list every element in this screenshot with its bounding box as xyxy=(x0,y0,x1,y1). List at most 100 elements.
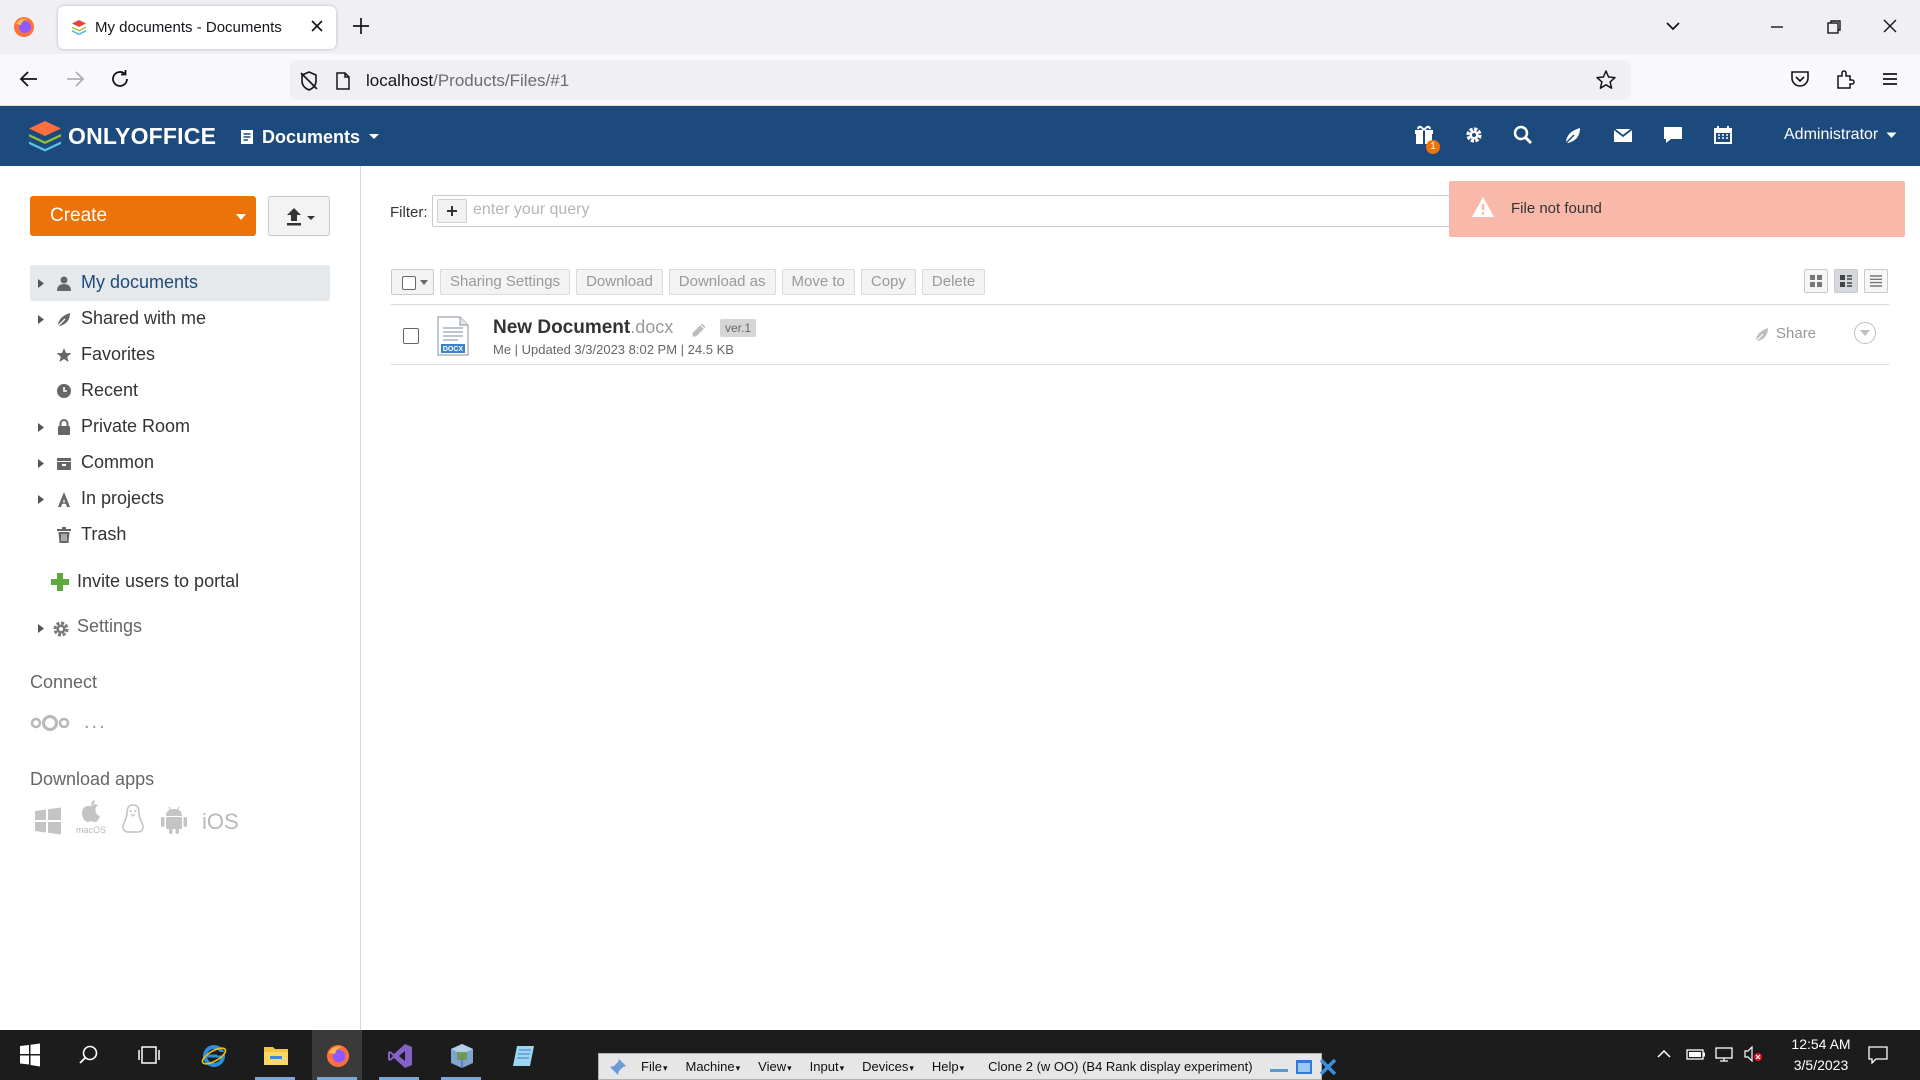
file-context-menu-button[interactable] xyxy=(1854,322,1876,344)
filter-input[interactable] xyxy=(473,201,1273,219)
expand-arrow-icon[interactable] xyxy=(38,624,44,633)
download-apps-list: macOS iOS xyxy=(34,799,239,835)
settings-icon[interactable] xyxy=(1463,124,1485,146)
page-info-icon[interactable] xyxy=(334,71,352,91)
linux-icon[interactable] xyxy=(120,803,146,835)
hamburger-menu-icon[interactable] xyxy=(1879,68,1901,90)
firefox-icon[interactable] xyxy=(12,15,36,39)
sidebar-item-private-room[interactable]: Private Room xyxy=(30,409,330,445)
feed-icon[interactable] xyxy=(1562,124,1584,146)
download-button[interactable]: Download xyxy=(576,269,663,295)
volume-muted-icon[interactable] xyxy=(1743,1046,1765,1062)
error-toast[interactable]: File not found xyxy=(1449,181,1905,237)
expand-arrow-icon[interactable] xyxy=(38,495,44,504)
close-tab-icon[interactable] xyxy=(310,19,324,33)
visual-studio-icon[interactable] xyxy=(374,1030,424,1080)
nextcloud-icon[interactable] xyxy=(30,714,70,732)
share-button[interactable]: Share xyxy=(1754,325,1816,342)
battery-icon[interactable] xyxy=(1686,1046,1706,1062)
vbox-menu-devices[interactable]: Devices xyxy=(862,1059,914,1074)
back-icon[interactable] xyxy=(18,68,40,90)
row-checkbox[interactable] xyxy=(403,328,419,344)
macos-icon[interactable]: macOS xyxy=(76,799,106,835)
sidebar-item-common[interactable]: Common xyxy=(30,445,330,481)
system-clock[interactable]: 12:54 AM 3/5/2023 xyxy=(1773,1034,1869,1076)
pencil-icon[interactable] xyxy=(691,322,707,338)
sharing-settings-button[interactable]: Sharing Settings xyxy=(440,269,571,295)
invite-users-link[interactable]: Invite users to portal xyxy=(50,571,239,592)
task-view-icon[interactable] xyxy=(124,1030,174,1080)
brand-name[interactable]: ONLYOFFICE xyxy=(68,123,216,150)
compact-view-button[interactable] xyxy=(1834,269,1858,293)
calendar-icon[interactable] xyxy=(1712,124,1734,146)
chevron-up-icon[interactable] xyxy=(1656,1046,1672,1062)
expand-arrow-icon[interactable] xyxy=(38,423,44,432)
add-filter-button[interactable] xyxy=(437,199,467,223)
virtualbox-icon[interactable] xyxy=(436,1030,486,1080)
minimize-window-icon[interactable] xyxy=(1768,18,1786,36)
mail-icon[interactable] xyxy=(1612,124,1634,146)
notepad-icon[interactable] xyxy=(498,1030,548,1080)
start-button[interactable] xyxy=(5,1030,55,1080)
sidebar-item-shared-with-me[interactable]: Shared with me xyxy=(30,301,330,337)
sidebar-item-in-projects[interactable]: In projects xyxy=(30,481,330,517)
expand-arrow-icon[interactable] xyxy=(38,279,44,288)
file-row[interactable]: DOCX New Document.docx ver.1 Me | Update… xyxy=(391,305,1889,365)
select-all-checkbox[interactable] xyxy=(391,269,434,295)
restore-window-icon[interactable] xyxy=(1825,18,1843,36)
url-bar[interactable]: localhost/Products/Files/#1 xyxy=(290,60,1631,100)
expand-arrow-icon[interactable] xyxy=(38,459,44,468)
file-title[interactable]: New Document.docx xyxy=(493,317,673,339)
vbox-minimize-icon[interactable] xyxy=(1269,1060,1289,1074)
create-button[interactable]: Create xyxy=(30,196,256,236)
vbox-menu-machine[interactable]: Machine xyxy=(685,1059,740,1074)
chevron-down-icon[interactable] xyxy=(1664,17,1682,35)
firefox-taskbar-icon[interactable] xyxy=(312,1030,362,1080)
upload-button[interactable] xyxy=(268,196,330,236)
delete-button[interactable]: Delete xyxy=(921,269,986,295)
url-text[interactable]: localhost/Products/Files/#1 xyxy=(366,71,569,91)
file-explorer-icon[interactable] xyxy=(250,1030,300,1080)
windows-icon[interactable] xyxy=(34,807,62,835)
close-window-icon[interactable] xyxy=(1881,17,1899,35)
network-icon[interactable] xyxy=(1714,1046,1734,1062)
download-as-button[interactable]: Download as xyxy=(668,269,776,295)
sidebar-item-favorites[interactable]: Favorites xyxy=(30,337,330,373)
version-badge[interactable]: ver.1 xyxy=(720,319,757,337)
chat-icon[interactable] xyxy=(1662,124,1684,146)
docx-icon-caption: DOCX xyxy=(443,346,464,353)
search-icon[interactable] xyxy=(1512,124,1534,146)
sidebar-item-recent[interactable]: Recent xyxy=(30,373,330,409)
browser-tab-active[interactable]: My documents - Documents xyxy=(58,6,336,49)
vbox-restore-icon[interactable] xyxy=(1295,1059,1313,1075)
sidebar-item-my-documents[interactable]: My documents xyxy=(30,265,330,301)
android-icon[interactable] xyxy=(160,805,188,835)
vbox-close-icon[interactable] xyxy=(1319,1058,1337,1076)
more-connect-button[interactable]: ... xyxy=(84,711,107,734)
onlyoffice-logo-icon[interactable] xyxy=(28,120,62,152)
vbox-menu-view[interactable]: View xyxy=(758,1059,791,1074)
pocket-icon[interactable] xyxy=(1789,68,1811,90)
move-to-button[interactable]: Move to xyxy=(781,269,855,295)
vbox-menu-input[interactable]: Input xyxy=(810,1059,844,1074)
search-icon[interactable] xyxy=(64,1030,114,1080)
module-switcher[interactable]: Documents xyxy=(240,124,380,150)
forward-icon[interactable] xyxy=(64,68,86,90)
list-view-button[interactable] xyxy=(1864,269,1888,293)
tracking-protection-icon[interactable] xyxy=(298,70,320,92)
extensions-icon[interactable] xyxy=(1834,68,1856,90)
ios-link[interactable]: iOS xyxy=(202,809,239,835)
expand-arrow-icon[interactable] xyxy=(38,315,44,324)
vbox-menu-file[interactable]: File xyxy=(641,1059,667,1074)
bookmark-star-icon[interactable] xyxy=(1595,69,1617,91)
pin-icon[interactable] xyxy=(609,1058,627,1076)
sidebar-item-trash[interactable]: Trash xyxy=(30,517,330,553)
reload-icon[interactable] xyxy=(109,68,131,90)
new-tab-icon[interactable] xyxy=(350,15,372,37)
tile-view-button[interactable] xyxy=(1804,269,1828,293)
copy-button[interactable]: Copy xyxy=(860,269,916,295)
notifications-icon[interactable] xyxy=(1868,1046,1888,1064)
internet-explorer-icon[interactable] xyxy=(188,1030,238,1080)
user-menu[interactable]: Administrator xyxy=(1784,126,1897,144)
vbox-menu-help[interactable]: Help xyxy=(932,1059,964,1074)
